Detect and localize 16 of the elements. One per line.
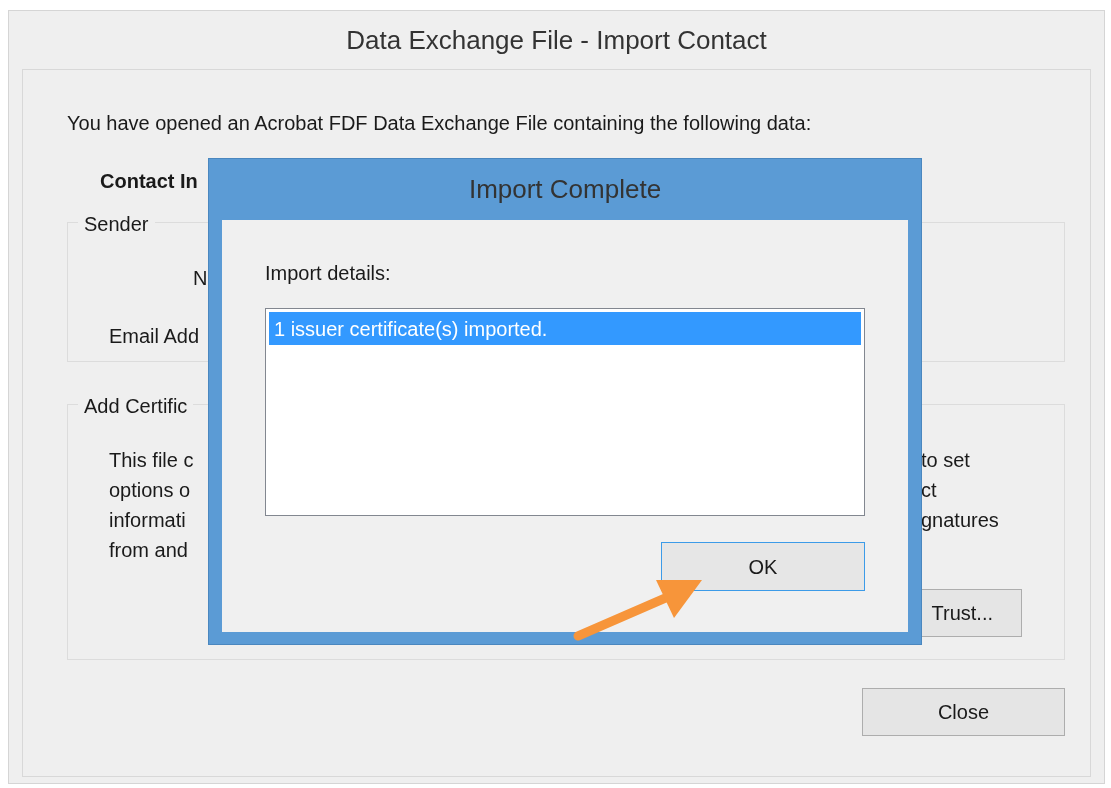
description-text: informati [109, 508, 187, 533]
field-label: Email Add [109, 324, 200, 349]
dialog-title: Import Complete [468, 173, 662, 206]
field-label: N [193, 266, 208, 291]
intro-text: You have opened an Acrobat FDF Data Exchange File containing the following data: [67, 111, 812, 136]
description-text: to set [921, 448, 970, 473]
ok-button[interactable]: OK [661, 542, 865, 591]
window-title: Data Exchange File - Import Contact [346, 23, 767, 57]
description-text: from and [109, 538, 189, 563]
section-heading: Contact In [100, 169, 198, 194]
description-text: gnatures [921, 508, 999, 533]
description-text: ct [921, 478, 937, 503]
details-label: Import details: [265, 261, 391, 286]
close-button[interactable]: Close [862, 688, 1065, 736]
description-text: options o [109, 478, 192, 503]
description-text: This file c [109, 448, 195, 473]
